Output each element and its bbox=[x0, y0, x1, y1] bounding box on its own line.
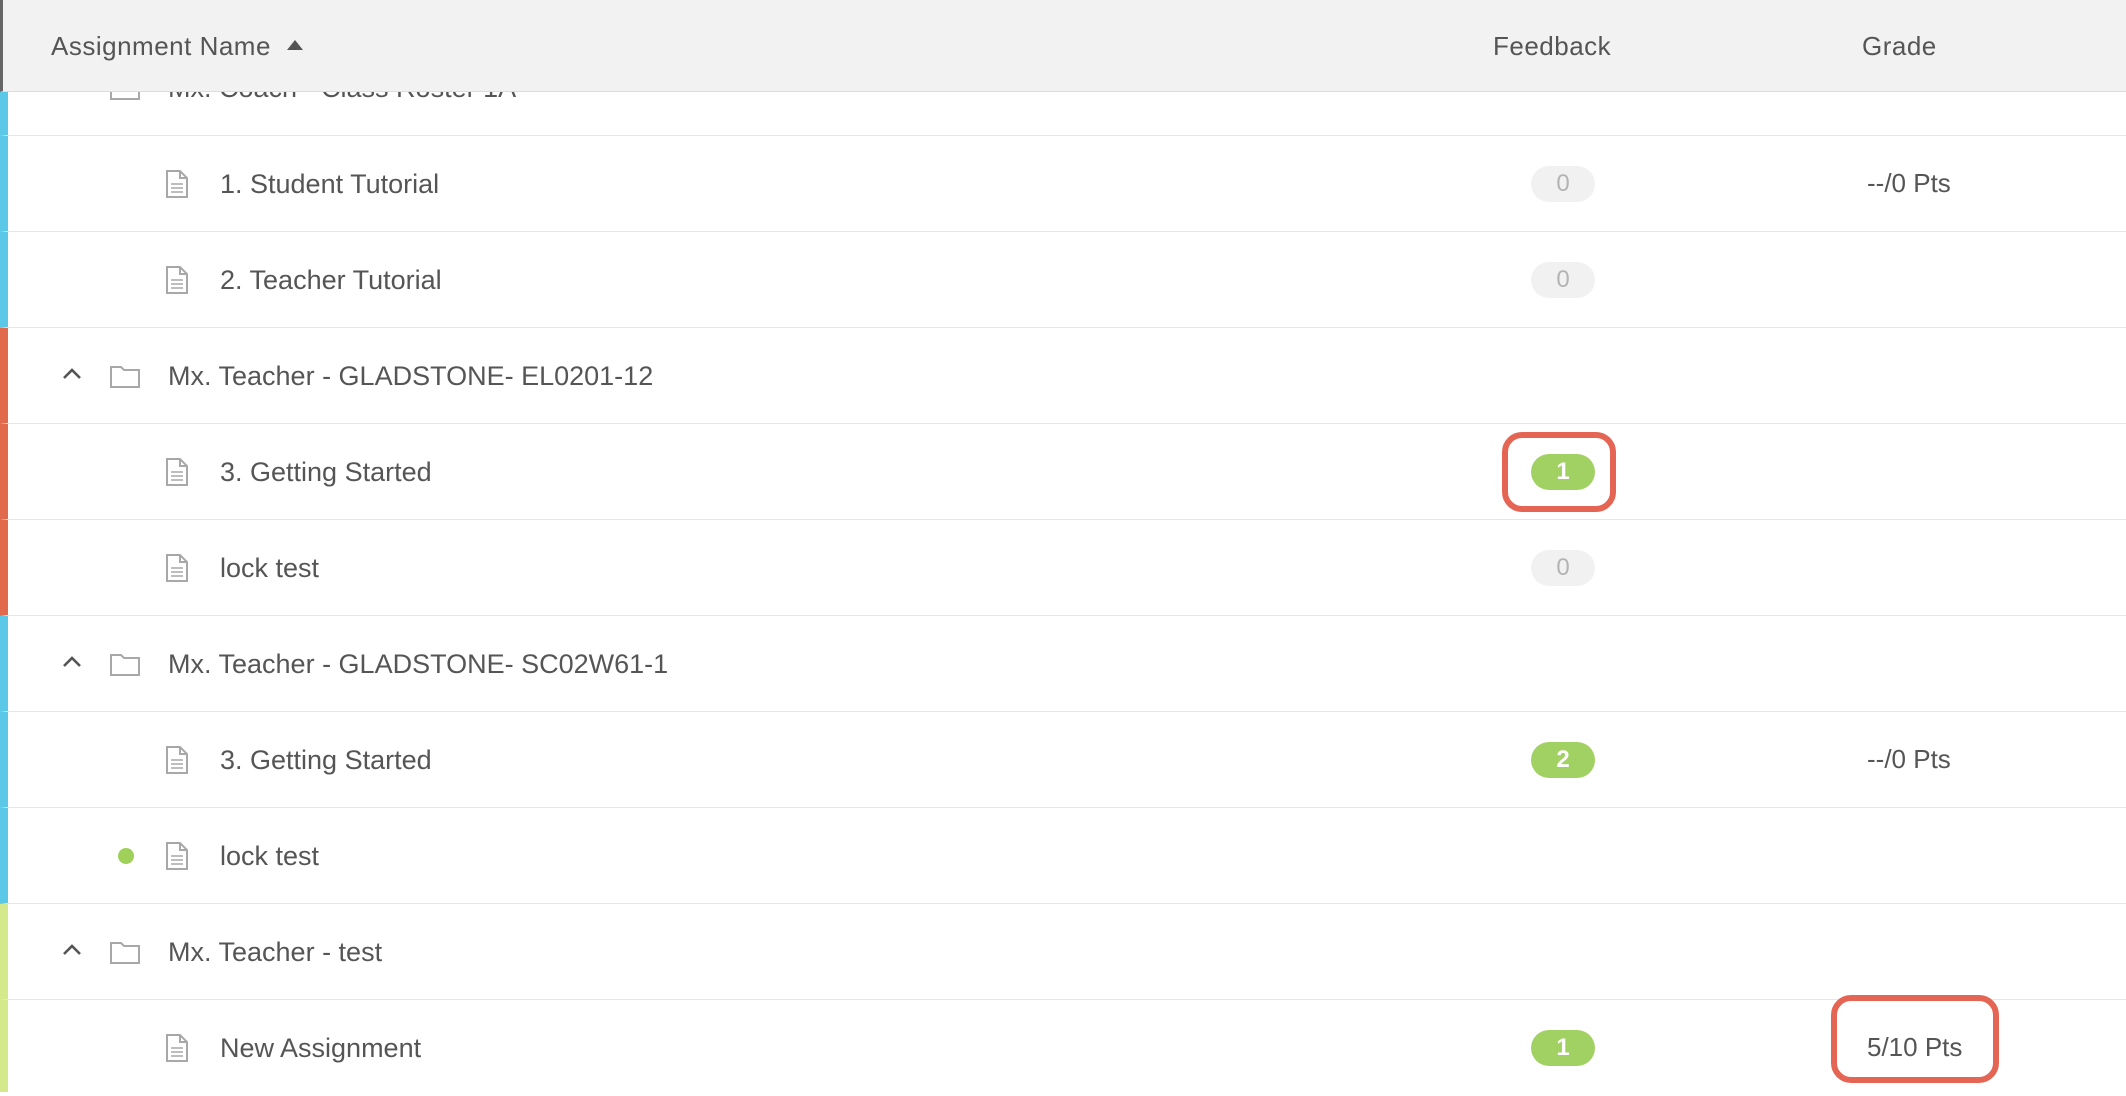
grade-value: --/0 Pts bbox=[1867, 744, 1951, 774]
table-row[interactable]: 2. Teacher Tutorial 0 bbox=[0, 232, 2126, 328]
folder-icon bbox=[110, 942, 140, 964]
feedback-badge[interactable]: 0 bbox=[1531, 166, 1595, 202]
group-label: Mx. Teacher - GLADSTONE- EL0201-12 bbox=[168, 361, 654, 391]
document-icon bbox=[166, 842, 188, 870]
feedback-badge[interactable]: 0 bbox=[1531, 550, 1595, 586]
assignment-name[interactable]: lock test bbox=[220, 520, 319, 616]
grade-value: --/0 Pts bbox=[1867, 168, 1951, 198]
table-row[interactable]: 3. Getting Started 1 bbox=[0, 424, 2126, 520]
chevron-up-icon[interactable] bbox=[62, 654, 82, 668]
group-row[interactable]: Mx. Teacher - GLADSTONE- EL0201-12 bbox=[0, 328, 2126, 424]
assignment-name[interactable]: New Assignment bbox=[220, 1000, 421, 1096]
table-row[interactable]: 3. Getting Started 2 --/0 Pts bbox=[0, 712, 2126, 808]
column-header-grade[interactable]: Grade bbox=[1862, 0, 1937, 92]
feedback-badge[interactable]: 2 bbox=[1531, 742, 1595, 778]
column-header-feedback[interactable]: Feedback bbox=[1493, 0, 1611, 92]
document-icon bbox=[166, 746, 188, 774]
assignment-name[interactable]: lock test bbox=[220, 808, 319, 904]
document-icon bbox=[166, 170, 188, 198]
assignment-list: Mx. Coach - Class Roster 1A 1. Student T… bbox=[0, 0, 2126, 1092]
sort-ascending-icon[interactable] bbox=[286, 40, 303, 50]
column-header-assignment-name[interactable]: Assignment Name bbox=[51, 0, 303, 92]
group-label: Mx. Teacher - GLADSTONE- SC02W61-1 bbox=[168, 649, 669, 679]
green-dot-icon bbox=[118, 848, 134, 864]
document-icon bbox=[166, 266, 188, 294]
feedback-badge[interactable]: 1 bbox=[1531, 1030, 1595, 1066]
assignment-name[interactable]: 3. Getting Started bbox=[220, 712, 432, 808]
feedback-badge[interactable]: 0 bbox=[1531, 262, 1595, 298]
assignment-name[interactable]: 2. Teacher Tutorial bbox=[220, 232, 442, 328]
table-row[interactable]: 1. Student Tutorial 0 --/0 Pts bbox=[0, 136, 2126, 232]
assignment-name[interactable]: 3. Getting Started bbox=[220, 424, 432, 520]
table-row[interactable]: New Assignment 1 5/10 Pts bbox=[0, 1000, 2126, 1092]
document-icon bbox=[166, 1034, 188, 1062]
document-icon bbox=[166, 554, 188, 582]
feedback-badge[interactable]: 1 bbox=[1531, 454, 1595, 490]
chevron-up-icon[interactable] bbox=[62, 942, 82, 956]
group-row[interactable]: Mx. Teacher - GLADSTONE- SC02W61-1 bbox=[0, 616, 2126, 712]
table-row[interactable]: lock test 0 bbox=[0, 520, 2126, 616]
table-header: Assignment Name Feedback Grade bbox=[0, 0, 2126, 92]
chevron-up-icon[interactable] bbox=[62, 366, 82, 380]
assignment-name[interactable]: 1. Student Tutorial bbox=[220, 136, 439, 232]
group-row[interactable]: Mx. Teacher - test bbox=[0, 904, 2126, 1000]
table-row[interactable]: lock test bbox=[0, 808, 2126, 904]
column-header-label: Assignment Name bbox=[51, 31, 271, 61]
grade-value: 5/10 Pts bbox=[1867, 1032, 1963, 1062]
folder-icon bbox=[110, 654, 140, 676]
folder-icon bbox=[110, 366, 140, 388]
document-icon bbox=[166, 458, 188, 486]
group-label: Mx. Teacher - test bbox=[168, 937, 383, 967]
